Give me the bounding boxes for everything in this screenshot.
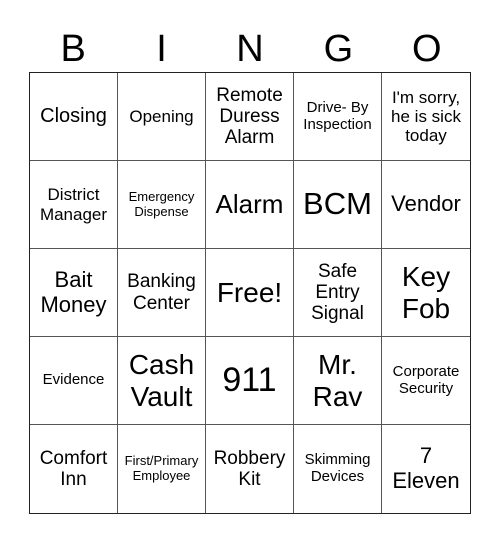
header-letter-b: B	[60, 28, 86, 70]
bingo-cell[interactable]: Opening	[118, 73, 206, 161]
bingo-cell[interactable]: Emergency Dispense	[118, 161, 206, 249]
bingo-cell[interactable]: Closing	[30, 73, 118, 161]
bingo-cell[interactable]: Skimming Devices	[294, 425, 382, 513]
bingo-cell[interactable]: I'm sorry, he is sick today	[382, 73, 470, 161]
bingo-cell[interactable]: Banking Center	[118, 249, 206, 337]
free-space[interactable]: Free!	[206, 249, 294, 337]
bingo-cell[interactable]: Alarm	[206, 161, 294, 249]
bingo-board: Closing Opening Remote Duress Alarm Driv…	[29, 72, 471, 514]
bingo-cell[interactable]: Remote Duress Alarm	[206, 73, 294, 161]
bingo-cell[interactable]: 911	[206, 337, 294, 425]
bingo-cell[interactable]: Drive- By Inspection	[294, 73, 382, 161]
bingo-cell[interactable]: District Manager	[30, 161, 118, 249]
bingo-cell[interactable]: Evidence	[30, 337, 118, 425]
bingo-cell[interactable]: Mr. Rav	[294, 337, 382, 425]
bingo-cell[interactable]: Comfort Inn	[30, 425, 118, 513]
bingo-cell[interactable]: Key Fob	[382, 249, 470, 337]
bingo-cell[interactable]: Safe Entry Signal	[294, 249, 382, 337]
header-letter-o: O	[411, 28, 442, 70]
bingo-cell[interactable]: First/Primary Employee	[118, 425, 206, 513]
header-letter-i: I	[156, 28, 167, 70]
header-letter-g: G	[323, 28, 354, 70]
bingo-cell[interactable]: BCM	[294, 161, 382, 249]
bingo-header: B I N G O	[29, 26, 471, 72]
bingo-cell[interactable]: Vendor	[382, 161, 470, 249]
bingo-cell[interactable]: Cash Vault	[118, 337, 206, 425]
bingo-cell[interactable]: Robbery Kit	[206, 425, 294, 513]
bingo-cell[interactable]: Corporate Security	[382, 337, 470, 425]
bingo-cell[interactable]: 7 Eleven	[382, 425, 470, 513]
header-letter-n: N	[236, 28, 264, 70]
bingo-cell[interactable]: Bait Money	[30, 249, 118, 337]
